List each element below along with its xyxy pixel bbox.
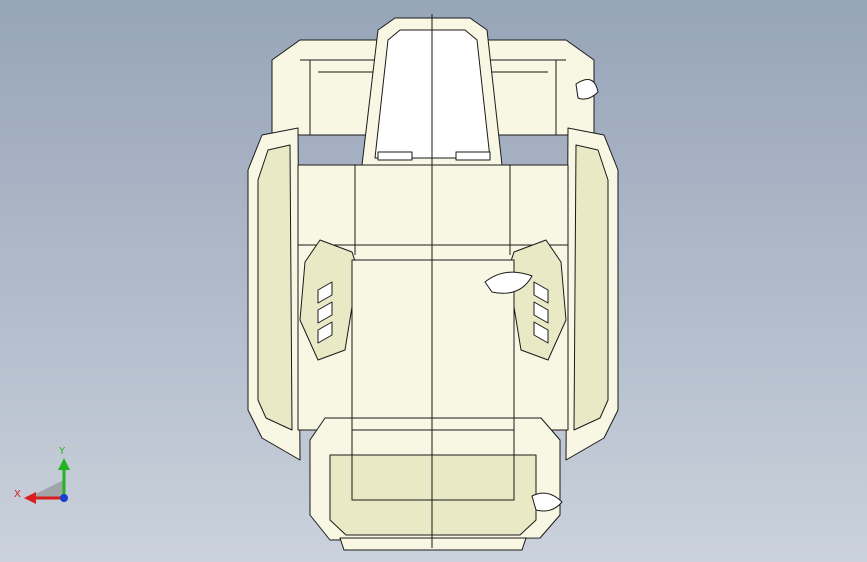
left-side-wing-inner	[257, 144, 293, 431]
handle-slot-right	[455, 151, 491, 161]
cad-graphics-viewport[interactable]: X Y	[0, 0, 867, 562]
bottom-lip	[339, 537, 527, 551]
right-vent-slots	[533, 281, 549, 344]
handle-slot-left	[377, 151, 413, 161]
lower-pack-front	[329, 454, 537, 536]
x-axis-label: X	[14, 489, 21, 500]
x-axis-arrow	[24, 492, 36, 504]
z-axis-dot	[60, 494, 68, 502]
y-axis-label: Y	[58, 446, 66, 457]
side-bump-right	[575, 79, 599, 100]
right-side-wing-inner	[573, 144, 609, 431]
cad-model-top-view[interactable]	[0, 0, 867, 562]
coordinate-triad: X Y	[12, 440, 82, 510]
left-vent-slots	[317, 281, 333, 344]
y-axis-arrow	[58, 458, 70, 470]
